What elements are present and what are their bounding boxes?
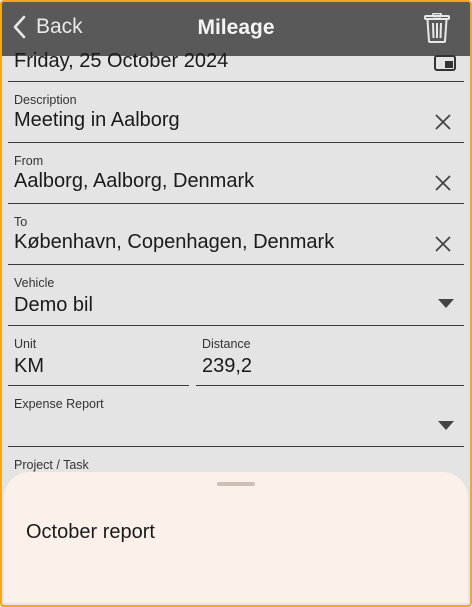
to-label: To <box>14 215 28 229</box>
unit-field[interactable]: Unit KM <box>8 326 189 386</box>
caret-down-icon <box>438 299 454 308</box>
from-input[interactable]: Aalborg, Aalborg, Denmark <box>14 170 254 193</box>
caret-down-icon <box>438 421 454 430</box>
description-field[interactable]: Description Meeting in Aalborg <box>8 82 464 143</box>
vehicle-value: Demo bil <box>14 294 93 316</box>
from-field[interactable]: From Aalborg, Aalborg, Denmark <box>8 143 464 204</box>
distance-input[interactable]: 239,2 <box>202 355 252 378</box>
expense-report-label: Expense Report <box>14 397 104 411</box>
distance-label: Distance <box>202 337 251 351</box>
unit-label: Unit <box>14 337 37 351</box>
bottom-sheet: October report <box>4 472 468 603</box>
distance-field[interactable]: Distance 239,2 <box>196 326 464 386</box>
date-value: Friday, 25 October 2024 <box>14 50 229 72</box>
expense-report-select[interactable]: Expense Report <box>8 386 464 447</box>
vehicle-select[interactable]: Vehicle Demo bil <box>8 265 464 326</box>
description-label: Description <box>14 93 77 107</box>
app-frame: Back Mileage Friday, 25 October 2024 Des… <box>0 0 472 607</box>
trash-icon[interactable] <box>424 13 450 43</box>
vehicle-label: Vehicle <box>14 276 55 290</box>
from-label: From <box>14 154 44 168</box>
sheet-grabber[interactable] <box>217 482 255 486</box>
clear-icon[interactable] <box>434 174 452 192</box>
date-field[interactable]: Friday, 25 October 2024 <box>8 50 464 82</box>
navigation-bar: Back Mileage <box>2 2 470 56</box>
project-task-label: Project / Task <box>14 458 89 472</box>
description-input[interactable]: Meeting in Aalborg <box>14 109 180 132</box>
unit-value: KM <box>14 355 44 377</box>
clear-icon[interactable] <box>434 113 452 131</box>
clear-icon[interactable] <box>434 235 452 253</box>
calendar-icon[interactable] <box>434 55 456 71</box>
to-input[interactable]: København, Copenhagen, Denmark <box>14 231 334 254</box>
page-title: Mileage <box>197 16 275 39</box>
to-field[interactable]: To København, Copenhagen, Denmark <box>8 204 464 265</box>
sheet-option[interactable]: October report <box>26 521 155 544</box>
